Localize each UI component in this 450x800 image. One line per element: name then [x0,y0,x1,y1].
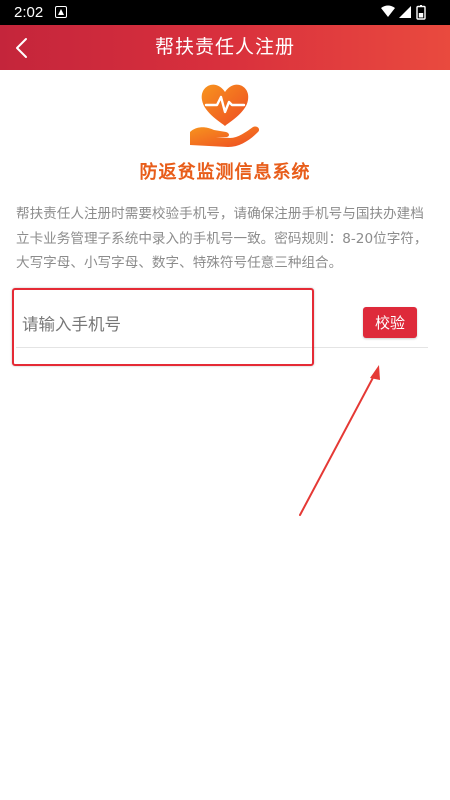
status-icons [380,4,436,21]
pointer-arrow-icon [299,365,380,516]
status-time: 2:02 [14,4,44,21]
page-title: 帮扶责任人注册 [154,36,295,58]
heart-in-hand-icon [186,80,264,150]
wifi-icon [381,5,395,17]
status-bar: 2:02 [0,0,450,25]
phone-input-highlight [12,288,314,366]
battery-icon [416,5,426,20]
title-bar: 帮扶责任人注册 [0,25,450,70]
registration-notice: 帮扶责任人注册时需要校验手机号，请确保注册手机号与国扶办建档立卡业务管理子系统中… [16,206,428,271]
cellular-signal-icon [399,6,411,18]
notification-a-icon [55,6,67,18]
verify-button[interactable]: 校验 [363,307,417,338]
system-name: 防返贫监测信息系统 [139,162,311,183]
